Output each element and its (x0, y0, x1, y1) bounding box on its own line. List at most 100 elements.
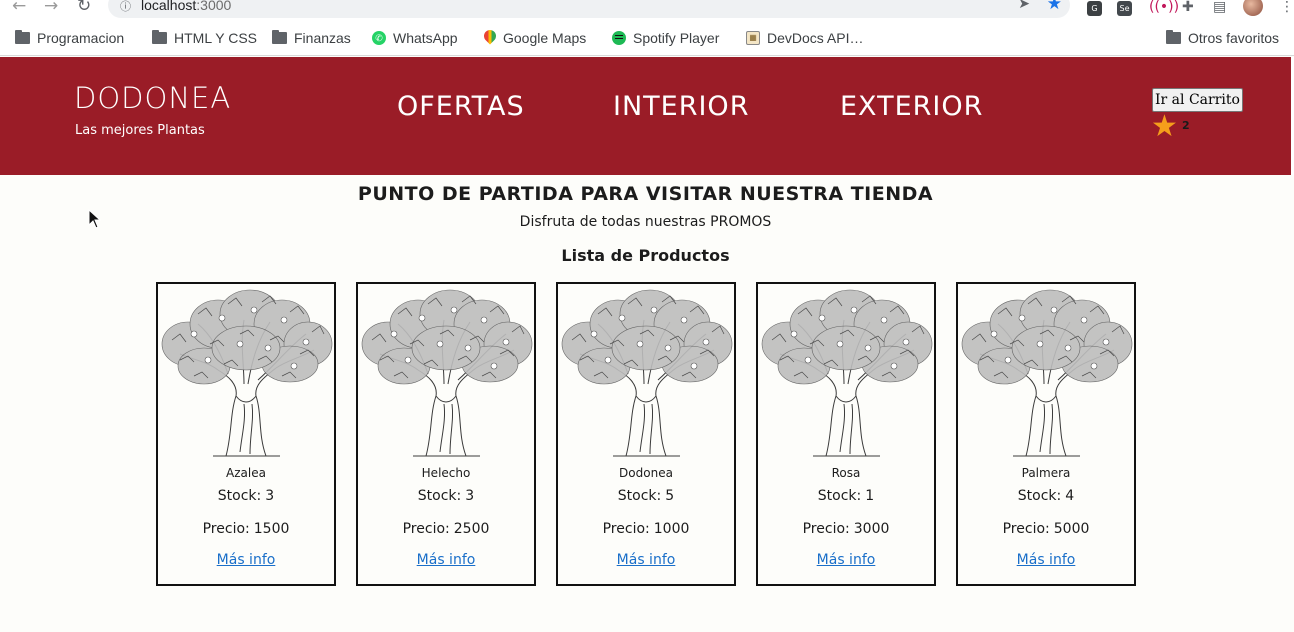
price-value: 1000 (653, 521, 690, 537)
product-card: Palmera Stock: 4 Precio: 5000 Más info (956, 282, 1136, 586)
product-stock: Stock: 5 (558, 488, 734, 504)
bookmark-programacion[interactable]: Programacion (15, 30, 124, 46)
price-label: Precio: (602, 521, 650, 537)
brand-name[interactable]: DODONEA (74, 81, 231, 115)
more-info-link[interactable]: Más info (158, 552, 334, 568)
product-name: Palmera (1021, 466, 1071, 480)
stock-label: Stock: (417, 488, 462, 504)
product-stock: Stock: 3 (158, 488, 334, 504)
bookmark-html-css[interactable]: HTML Y CSS (152, 30, 257, 46)
bookmark-label: HTML Y CSS (174, 30, 257, 46)
price-label: Precio: (1002, 521, 1050, 537)
stock-label: Stock: (617, 488, 662, 504)
bookmarks-bar: Programacion HTML Y CSS Finanzas ✆ WhatsA… (0, 22, 1294, 56)
bookmark-label: Otros favoritos (1188, 30, 1280, 46)
nav-ofertas[interactable]: OFERTAS (397, 91, 525, 122)
reload-icon[interactable]: ↻ (77, 0, 91, 16)
product-name: Helecho (421, 466, 471, 480)
nav-exterior[interactable]: EXTERIOR (840, 91, 983, 122)
mouse-cursor-icon (88, 209, 102, 229)
google-maps-icon (484, 30, 496, 46)
product-stock: Stock: 3 (358, 488, 534, 504)
product-name: Rosa (831, 466, 861, 480)
address-bar[interactable]: ⓘ localhost:3000 ➤ ★ (108, 0, 1070, 18)
tree-image (961, 289, 1133, 457)
bookmark-label: Spotify Player (633, 30, 720, 46)
bookmark-finanzas[interactable]: Finanzas (272, 30, 351, 46)
folder-icon (15, 30, 30, 44)
folder-icon (1166, 30, 1181, 44)
product-card: Dodonea Stock: 5 Precio: 1000 Más info (556, 282, 736, 586)
stock-value: 4 (1065, 488, 1075, 504)
spotify-icon (612, 31, 626, 45)
product-price: Precio: 2500 (358, 521, 534, 537)
product-list-title: Lista de Productos (561, 246, 730, 265)
product-card: Rosa Stock: 1 Precio: 3000 Más info (756, 282, 936, 586)
more-info-link[interactable]: Más info (558, 552, 734, 568)
folder-icon (152, 30, 167, 44)
stock-value: 5 (665, 488, 675, 504)
page-title: PUNTO DE PARTIDA PARA VISITAR NUESTRA TI… (357, 183, 934, 205)
product-price: Precio: 3000 (758, 521, 934, 537)
bookmark-label: Finanzas (294, 30, 351, 46)
site-info-icon[interactable]: ⓘ (120, 0, 131, 14)
product-stock: Stock: 4 (958, 488, 1134, 504)
reading-list-icon[interactable]: ▤ (1213, 0, 1226, 16)
price-value: 5000 (1053, 521, 1090, 537)
product-price: Precio: 1000 (558, 521, 734, 537)
browser-toolbar: ← → ↻ ⓘ localhost:3000 ➤ ★ G Se ((•)) ✚ … (0, 0, 1294, 22)
more-info-link[interactable]: Más info (958, 552, 1134, 568)
send-tab-icon[interactable]: ➤ (1018, 0, 1030, 12)
product-price: Precio: 1500 (158, 521, 334, 537)
bookmark-spotify[interactable]: Spotify Player (612, 30, 719, 46)
cart-count: 2 (1182, 119, 1190, 132)
folder-icon (272, 30, 287, 44)
more-info-link[interactable]: Más info (758, 552, 934, 568)
product-stock: Stock: 1 (758, 488, 934, 504)
price-label: Precio: (802, 521, 850, 537)
price-value: 1500 (253, 521, 290, 537)
site-header: DODONEA Las mejores Plantas OFERTAS INTE… (0, 57, 1294, 175)
selenium-extension-icon[interactable]: Se (1117, 0, 1132, 16)
back-arrow-icon[interactable]: ← (12, 0, 26, 16)
puzzle-extensions-icon[interactable]: ✚ (1182, 0, 1194, 16)
bookmark-devdocs[interactable]: ▦ DevDocs API… (746, 30, 863, 46)
bookmark-label: Programacion (37, 30, 125, 46)
product-card: Helecho Stock: 3 Precio: 2500 Más info (356, 282, 536, 586)
stock-value: 3 (265, 488, 275, 504)
bookmark-otros-favoritos[interactable]: Otros favoritos (1166, 30, 1279, 46)
address-text: localhost:3000 (141, 0, 232, 13)
star-icon: ★ (1151, 109, 1178, 144)
bookmark-google-maps[interactable]: Google Maps (484, 30, 586, 46)
price-label: Precio: (402, 521, 450, 537)
stock-value: 1 (865, 488, 875, 504)
product-card: Azalea Stock: 3 Precio: 1500 Más info (156, 282, 336, 586)
product-name: Dodonea (619, 466, 673, 480)
forward-arrow-icon[interactable]: → (44, 0, 58, 16)
broadcast-extension-icon[interactable]: ((•)) (1149, 0, 1179, 16)
bookmark-label: WhatsApp (393, 30, 458, 46)
tree-image (761, 289, 933, 457)
tree-image (561, 289, 733, 457)
stock-label: Stock: (217, 488, 262, 504)
more-info-link[interactable]: Más info (358, 552, 534, 568)
product-price: Precio: 5000 (958, 521, 1134, 537)
nav-interior[interactable]: INTERIOR (613, 91, 749, 122)
tree-image (361, 289, 533, 457)
extension-icon[interactable]: G (1087, 0, 1102, 16)
brand-tagline: Las mejores Plantas (75, 123, 205, 138)
price-label: Precio: (202, 521, 250, 537)
page-subtitle: Disfruta de todas nuestras PROMOS (519, 214, 772, 230)
tree-image (161, 289, 333, 457)
profile-avatar[interactable] (1243, 0, 1263, 16)
stock-label: Stock: (1017, 488, 1062, 504)
price-value: 3000 (853, 521, 890, 537)
devdocs-icon: ▦ (746, 31, 760, 45)
bookmark-star-icon[interactable]: ★ (1047, 0, 1062, 14)
bookmark-whatsapp[interactable]: ✆ WhatsApp (372, 30, 458, 46)
whatsapp-icon: ✆ (372, 31, 386, 45)
browser-menu-icon[interactable]: ⋮ (1280, 0, 1294, 16)
bookmark-label: Google Maps (503, 30, 587, 46)
price-value: 2500 (453, 521, 490, 537)
stock-value: 3 (465, 488, 475, 504)
